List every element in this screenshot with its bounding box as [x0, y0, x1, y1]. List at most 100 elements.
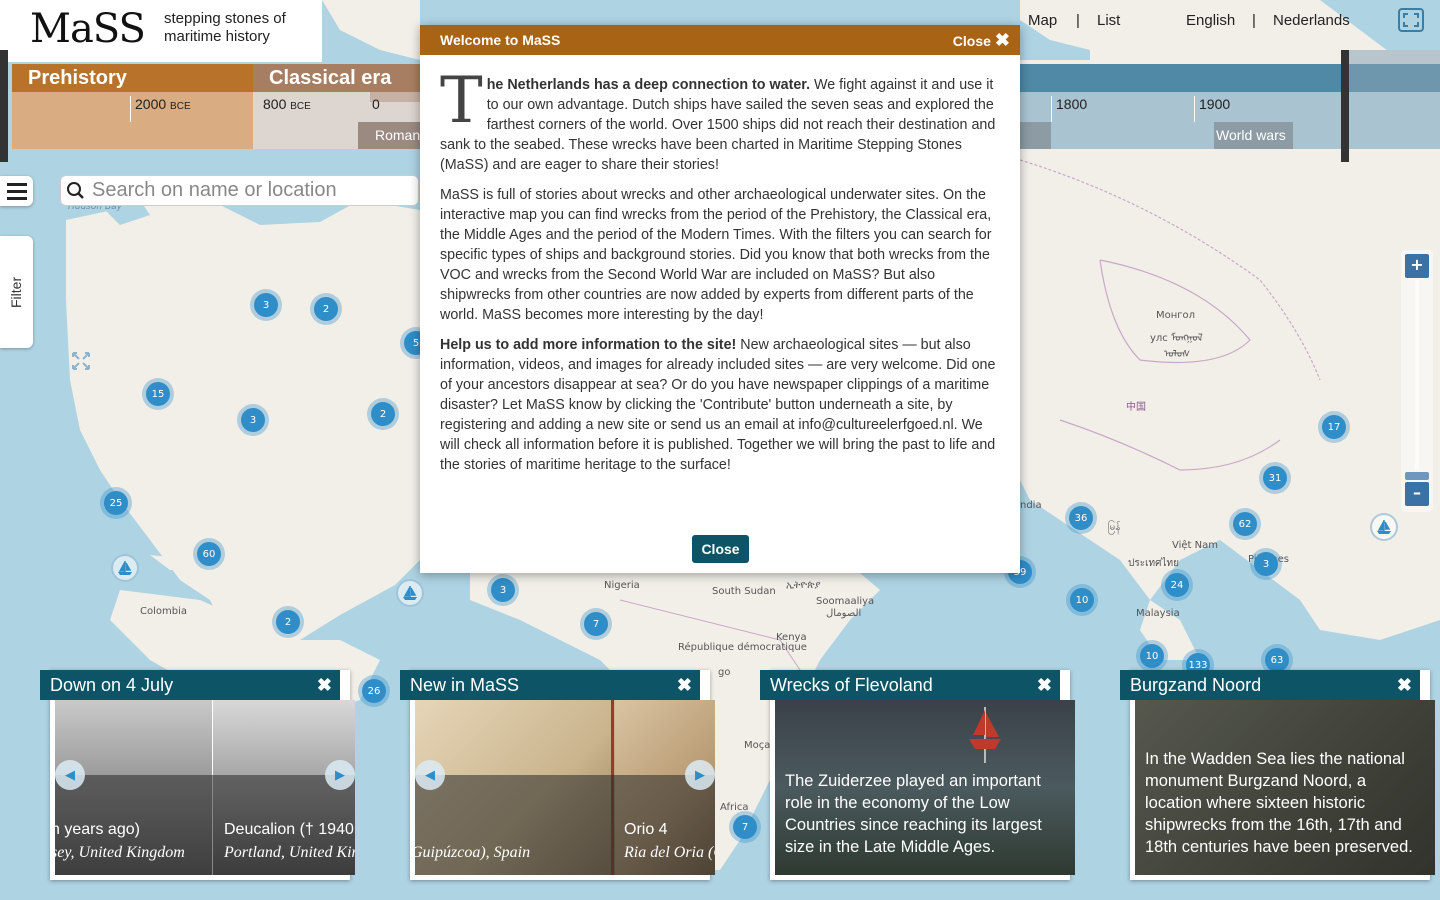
- label-vietnam: Việt Nam: [1172, 540, 1219, 551]
- card-header: Burgzand Noord ✖: [1120, 670, 1420, 700]
- label-malaysia: Malaysia: [1136, 608, 1180, 619]
- ship-marker-icon[interactable]: [1370, 513, 1398, 541]
- label-somalia: Soomaaliya: [816, 596, 875, 607]
- card-wrecks-of-flevoland[interactable]: Wrecks of Flevoland ✖ The Zuiderzee playe…: [760, 670, 1075, 880]
- lang-english-link[interactable]: English: [1186, 12, 1235, 29]
- slide-location: Portland, United King: [224, 844, 355, 861]
- wreck-cluster[interactable]: 7: [729, 811, 761, 843]
- search-icon: [67, 181, 84, 199]
- dialog-close-button[interactable]: Close: [692, 535, 749, 563]
- close-icon[interactable]: ✖: [677, 670, 692, 700]
- card-title: New in MaSS: [410, 675, 520, 695]
- wreck-cluster[interactable]: 3: [1250, 548, 1282, 580]
- card-description: The Zuiderzee played an important role i…: [785, 772, 1042, 856]
- zoom-out-button[interactable]: –: [1405, 482, 1429, 506]
- slide-title[interactable]: n years ago): [55, 821, 140, 839]
- nav-separator: |: [1252, 12, 1256, 29]
- slide-title[interactable]: Deucalion († 1940: [224, 821, 354, 839]
- tick-1900: 1900: [1194, 96, 1230, 122]
- wreck-cluster[interactable]: 10: [1136, 640, 1168, 672]
- card-image: In the Wadden Sea lies the national monu…: [1135, 700, 1435, 875]
- wreck-cluster[interactable]: 60: [193, 538, 225, 570]
- next-arrow-icon[interactable]: ▶: [325, 760, 355, 790]
- nav-list-link[interactable]: List: [1097, 12, 1120, 29]
- next-arrow-icon[interactable]: ▶: [685, 760, 715, 790]
- filter-tab[interactable]: Filter: [0, 236, 33, 348]
- search-bar[interactable]: [60, 175, 419, 206]
- close-icon[interactable]: ✖: [1037, 670, 1052, 700]
- menu-icon[interactable]: [0, 176, 33, 206]
- card-header: Down on 4 July ✖: [40, 670, 340, 700]
- prev-arrow-icon[interactable]: ◀: [415, 760, 445, 790]
- era-modern-header[interactable]: [1020, 64, 1341, 92]
- close-icon[interactable]: ✖: [317, 670, 332, 700]
- tick-2000bce: 2000 BCE: [130, 96, 191, 122]
- era-prehistory[interactable]: Prehistory: [12, 64, 253, 92]
- lang-dutch-link[interactable]: Nederlands: [1273, 12, 1350, 29]
- close-icon[interactable]: ✖: [1397, 670, 1412, 700]
- timeline-right-top: [1349, 50, 1440, 64]
- wreck-cluster[interactable]: 26: [358, 675, 390, 707]
- tick-1800: 1800: [1051, 96, 1087, 122]
- wreck-cluster[interactable]: 36: [1065, 502, 1097, 534]
- wreck-cluster[interactable]: 2: [272, 606, 304, 638]
- card-image: The Zuiderzee played an important role i…: [775, 700, 1075, 875]
- card-header: Wrecks of Flevoland ✖: [760, 670, 1060, 700]
- card-burgzand-noord[interactable]: Burgzand Noord ✖ In the Wadden Sea lies t…: [1120, 670, 1435, 880]
- wreck-cluster[interactable]: 7: [580, 608, 612, 640]
- wreck-cluster[interactable]: 3: [487, 574, 519, 606]
- dialog-title: Welcome to MaSS: [440, 32, 561, 48]
- wreck-cluster[interactable]: 3: [237, 404, 269, 436]
- wreck-cluster[interactable]: 10: [1066, 584, 1098, 616]
- wreck-cluster[interactable]: 24: [1161, 569, 1193, 601]
- wreck-cluster[interactable]: 3: [250, 289, 282, 321]
- search-input[interactable]: [92, 179, 412, 202]
- dialog-header: Welcome to MaSS Close ✖: [420, 25, 1020, 55]
- label-somalia-ar: الصومال: [826, 608, 862, 619]
- card-title: Wrecks of Flevoland: [770, 675, 933, 695]
- zoom-slider-track[interactable]: [1415, 280, 1419, 470]
- card-slider[interactable]: Guipúzcoa), Spain Orio 4 Ria del Oria (G…: [415, 700, 715, 875]
- ship-sculpture-image: [965, 705, 1005, 765]
- label-drc: République démocratique: [678, 642, 807, 653]
- period-segment: [1020, 122, 1051, 149]
- intro-paragraph: The Netherlands has a deep connection to…: [440, 64, 996, 173]
- close-icon: ✖: [994, 30, 1010, 50]
- period-world-wars[interactable]: World wars: [1214, 122, 1293, 149]
- ship-marker-icon[interactable]: [396, 579, 424, 607]
- zoom-control: + –: [1401, 250, 1433, 512]
- wreck-cluster[interactable]: 31: [1259, 462, 1291, 494]
- wreck-cluster[interactable]: 17: [1318, 411, 1350, 443]
- prev-arrow-icon[interactable]: ◀: [55, 760, 85, 790]
- label-drc-2: go: [718, 667, 731, 678]
- zoom-in-button[interactable]: +: [1405, 254, 1429, 278]
- nav-map-link[interactable]: Map: [1028, 12, 1057, 29]
- card-header: New in MaSS ✖: [400, 670, 700, 700]
- wreck-cluster[interactable]: 62: [1229, 508, 1261, 540]
- card-new-in-mass[interactable]: New in MaSS ✖ Guipúzcoa), Spain Orio 4 Ri…: [400, 670, 715, 880]
- timeline-left-bracket[interactable]: [0, 50, 8, 162]
- wreck-cluster[interactable]: 2: [310, 293, 342, 325]
- zoom-slider-handle[interactable]: [1405, 472, 1429, 480]
- card-down-on-date[interactable]: Down on 4 July ✖ n years ago) sey, United…: [40, 670, 355, 880]
- ship-marker-icon[interactable]: [111, 554, 139, 582]
- wreck-cluster[interactable]: 25: [100, 487, 132, 519]
- fullscreen-icon[interactable]: [1398, 8, 1424, 32]
- slide-title[interactable]: Orio 4: [624, 821, 668, 839]
- period-roman[interactable]: Roman: [358, 122, 420, 149]
- dropcap: T: [440, 64, 483, 138]
- slide-location: sey, United Kingdom: [55, 844, 185, 861]
- label-mongolia-3: ᠤᠯᠤᠰ: [1164, 349, 1191, 360]
- site-logo[interactable]: MaSS: [30, 6, 146, 52]
- era-classical[interactable]: Classical era: [253, 64, 420, 92]
- wreck-cluster[interactable]: 2: [367, 398, 399, 430]
- label-myanmar: မြန်: [1108, 522, 1121, 533]
- timeline-right-bracket[interactable]: [1341, 50, 1349, 162]
- dialog-close-link[interactable]: Close ✖: [953, 25, 1010, 56]
- wreck-cluster[interactable]: 15: [142, 378, 174, 410]
- card-slider[interactable]: n years ago) sey, United Kingdom Deucali…: [55, 700, 355, 875]
- zoom-extent-icon[interactable]: [70, 350, 92, 372]
- dialog-body: The Netherlands has a deep connection to…: [420, 55, 1020, 475]
- label-south-sudan: South Sudan: [712, 586, 776, 597]
- welcome-dialog: Welcome to MaSS Close ✖ The Netherlands h…: [420, 25, 1020, 573]
